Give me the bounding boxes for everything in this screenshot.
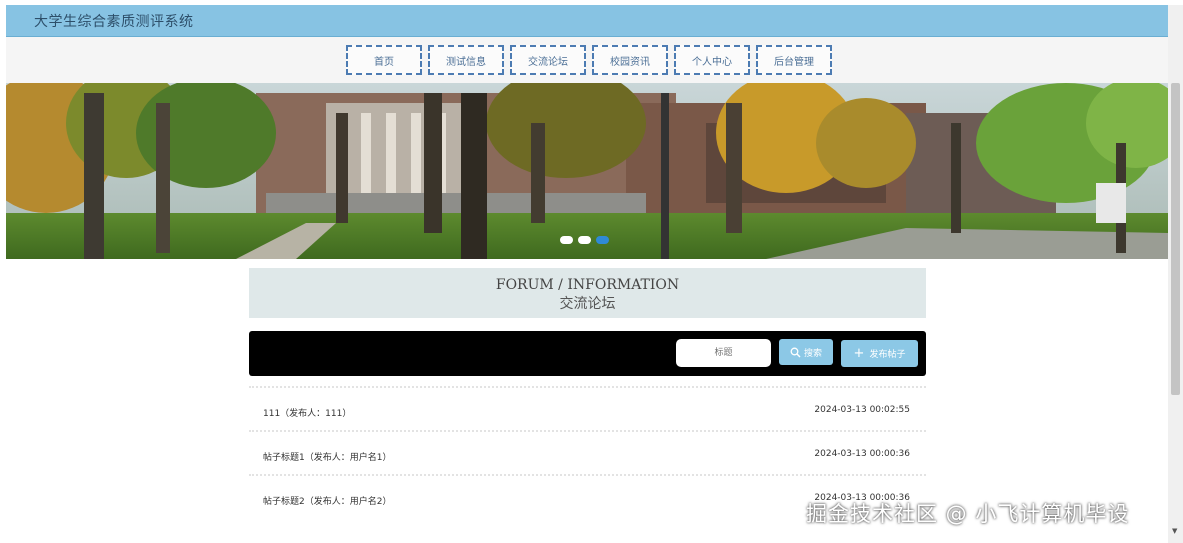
carousel-dot[interactable] <box>578 236 591 244</box>
section-heading: FORUM / INFORMATION 交流论坛 <box>249 268 926 318</box>
post-row[interactable]: 111（发布人：111） 2024-03-13 00:02:55 <box>249 386 926 430</box>
post-time: 2024-03-13 00:00:36 <box>814 449 910 459</box>
app-title: 大学生综合素质测评系统 <box>34 14 194 30</box>
nav-item-admin[interactable]: 后台管理 <box>756 45 832 75</box>
post-title[interactable]: 帖子标题2（发布人：用户名2） <box>263 494 391 507</box>
post-title[interactable]: 帖子标题1（发布人：用户名1） <box>263 450 391 463</box>
search-button-label: 搜索 <box>803 348 822 359</box>
publish-post-button[interactable]: + 发布帖子 <box>841 340 918 367</box>
title-search-input[interactable] <box>676 339 771 367</box>
nav-item-home[interactable]: 首页 <box>346 45 422 75</box>
nav-item-forum[interactable]: 交流论坛 <box>510 45 586 75</box>
campus-banner-carousel[interactable] <box>6 83 1168 259</box>
post-title[interactable]: 111（发布人：111） <box>263 406 351 419</box>
campus-banner-image <box>6 83 1168 259</box>
nav-item-test-info[interactable]: 测试信息 <box>428 45 504 75</box>
forum-search-bar: 搜索 + 发布帖子 <box>249 331 926 376</box>
scrollbar-thumb[interactable] <box>1171 83 1180 395</box>
scroll-down-arrow-icon[interactable]: ▼ <box>1172 527 1177 535</box>
nav-item-personal-center[interactable]: 个人中心 <box>674 45 750 75</box>
search-button[interactable]: 搜索 <box>779 339 833 365</box>
nav-list: 首页 测试信息 交流论坛 校园资讯 个人中心 后台管理 <box>346 45 832 75</box>
post-time: 2024-03-13 00:02:55 <box>814 405 910 415</box>
app-window: 大学生综合素质测评系统 首页 测试信息 交流论坛 校园资讯 个人中心 后台管理 <box>0 0 1183 543</box>
publish-post-label: 发布帖子 <box>869 350 906 360</box>
nav-item-campus-news[interactable]: 校园资讯 <box>592 45 668 75</box>
watermark: 掘金技术社区 @ 小飞计算机毕设 <box>806 502 1130 526</box>
plus-icon: + <box>853 346 865 361</box>
magnifier-icon <box>790 347 801 357</box>
carousel-dot-active[interactable] <box>596 236 609 244</box>
carousel-dot[interactable] <box>560 236 573 244</box>
section-title-cn: 交流论坛 <box>559 296 616 312</box>
section-title-en: FORUM / INFORMATION <box>495 277 680 293</box>
title-bar: 大学生综合素质测评系统 <box>6 5 1168 37</box>
top-navigation: 首页 测试信息 交流论坛 校园资讯 个人中心 后台管理 <box>6 37 1168 83</box>
page-scrollbar[interactable]: ▼ <box>1168 5 1183 543</box>
carousel-indicators <box>560 236 609 244</box>
post-row[interactable]: 帖子标题1（发布人：用户名1） 2024-03-13 00:00:36 <box>249 430 926 474</box>
